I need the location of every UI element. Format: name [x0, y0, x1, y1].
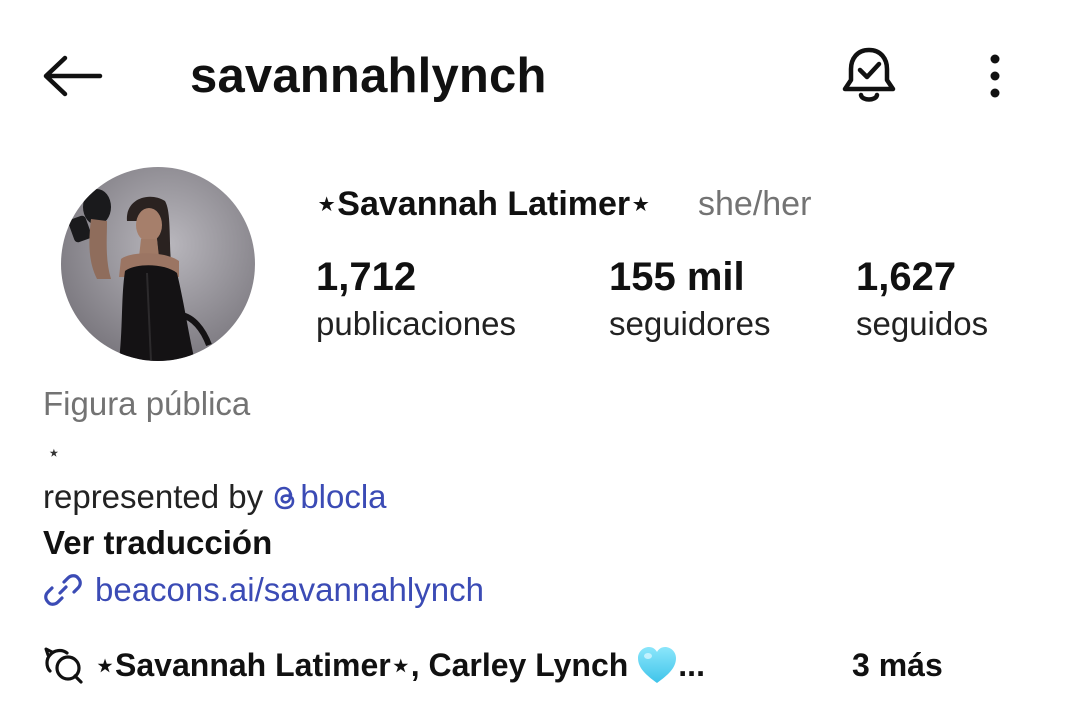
bio-represented-prefix: represented by [43, 478, 273, 515]
threads-mention-link[interactable]: blocla [272, 478, 387, 515]
link-icon [44, 574, 82, 606]
posts-count: 1,712 [316, 255, 417, 299]
followed-by-text: ⋆Savannah Latimer⋆, Carley Lynch [95, 647, 629, 683]
more-options-button[interactable] [972, 48, 1018, 104]
following-stat[interactable]: 1,627 seguidos [856, 254, 988, 344]
back-button[interactable] [40, 48, 106, 104]
avatar-photo [61, 167, 255, 361]
following-count: 1,627 [856, 255, 957, 299]
bio-represented-line: represented by blocla [43, 476, 387, 518]
avatar[interactable] [61, 167, 255, 361]
notifications-button[interactable] [838, 42, 900, 108]
profile-category: Figura pública [43, 385, 251, 422]
followers-label: seguidores [609, 305, 771, 342]
vertical-dots-icon [990, 54, 1000, 98]
external-link[interactable]: beacons.ai/savannahlynch [43, 569, 484, 611]
threads-icon [275, 486, 295, 510]
page-title: savannahlynch [190, 49, 547, 103]
bio-star: ⋆ [47, 440, 61, 465]
pronouns: she/her [698, 185, 812, 223]
followed-by-ellipsis: ... [678, 646, 705, 683]
followers-stat[interactable]: 155 mil seguidores [609, 254, 770, 344]
posts-label: publicaciones [316, 305, 516, 342]
followers-count: 155 mil [609, 255, 745, 299]
bell-check-icon [842, 47, 896, 102]
light-blue-heart-icon [638, 647, 677, 683]
mention-handle: blocla [300, 478, 387, 515]
display-name: ⋆Savannah Latimer⋆ [316, 185, 652, 223]
threads-chat-icon [44, 647, 83, 684]
followed-by-more-link[interactable]: 3 más [852, 643, 943, 687]
following-label: seguidos [856, 305, 989, 342]
see-translation-button[interactable]: Ver traducción [43, 522, 272, 564]
posts-stat[interactable]: 1,712 publicaciones [316, 254, 516, 344]
arrow-left-icon [43, 55, 103, 97]
external-link-text: beacons.ai/savannahlynch [95, 571, 484, 608]
